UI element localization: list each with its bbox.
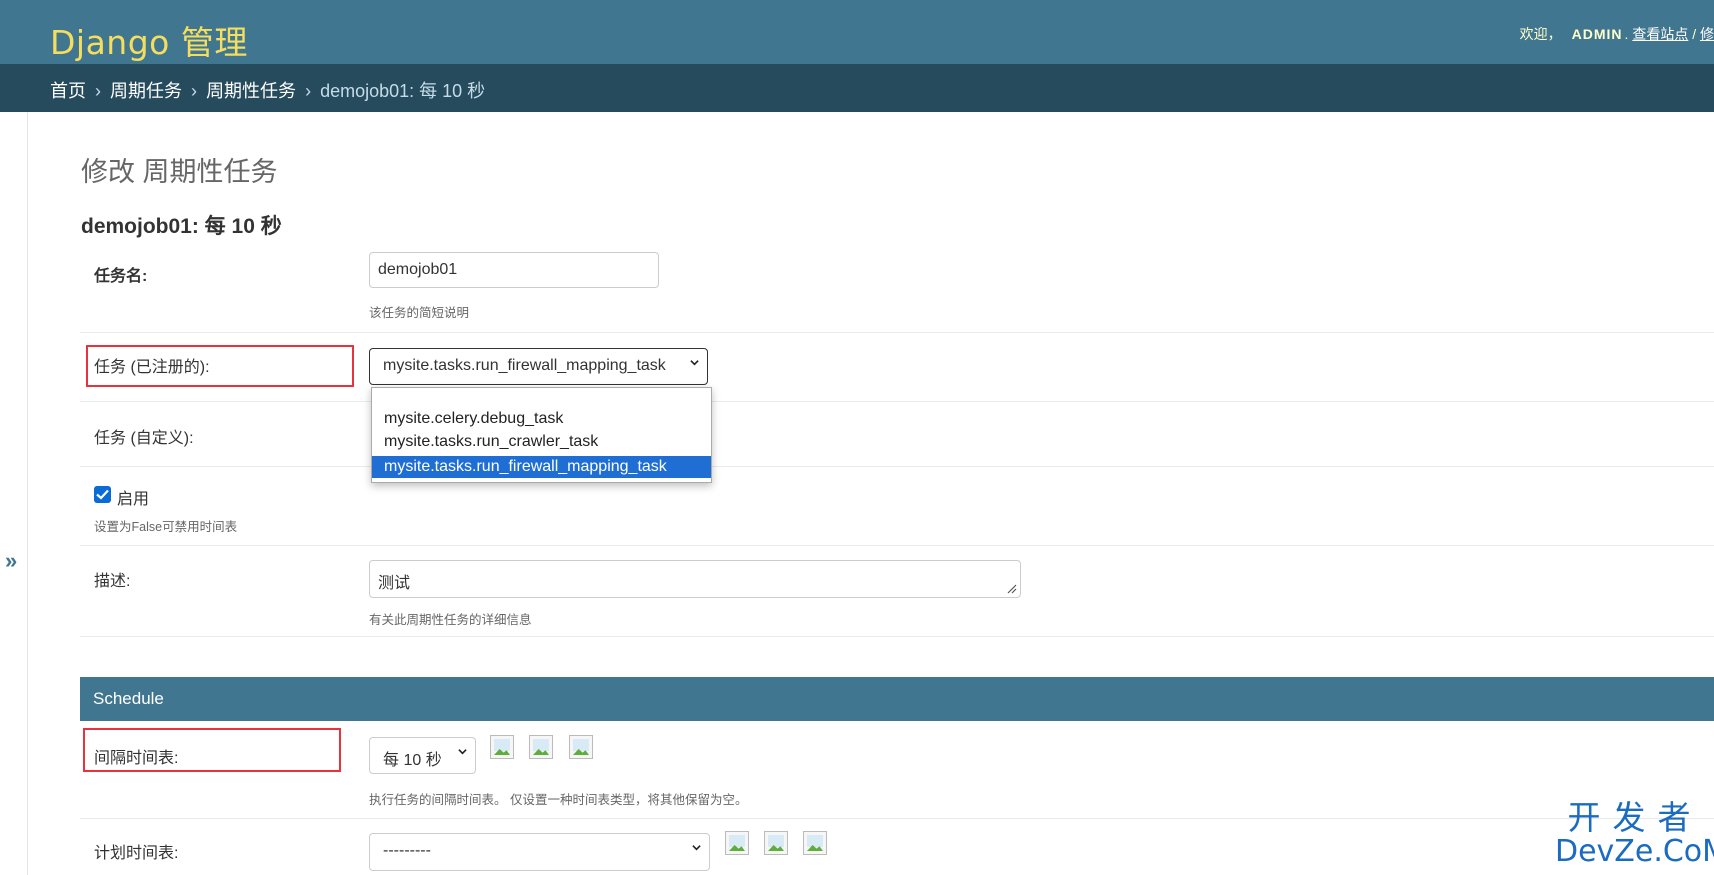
form-row-enabled: 启用 设置为False可禁用时间表 bbox=[80, 467, 1714, 546]
nav-sidebar-edge bbox=[0, 112, 28, 875]
breadcrumb-home[interactable]: 首页 bbox=[50, 81, 86, 101]
change-password-link[interactable]: 修 bbox=[1700, 26, 1714, 42]
enabled-label: 启用 bbox=[117, 491, 150, 508]
task-registered-dropdown-list: mysite.celery.debug_task mysite.tasks.ru… bbox=[371, 387, 712, 483]
watermark-logo: 开发者 DevZe.CoM bbox=[1555, 800, 1714, 868]
name-label: 任务名: bbox=[94, 268, 148, 285]
interval-select[interactable]: 每 10 秒 bbox=[369, 737, 476, 774]
welcome-text: 欢迎， bbox=[1519, 26, 1562, 42]
breadcrumb-separator: › bbox=[191, 81, 198, 101]
name-help: 该任务的简短说明 bbox=[369, 306, 470, 320]
crontab-label: 计划时间表: bbox=[94, 845, 179, 862]
dropdown-option[interactable]: mysite.tasks.run_crawler_task bbox=[384, 433, 598, 455]
dropdown-option-selected[interactable]: mysite.tasks.run_firewall_mapping_task bbox=[372, 456, 711, 478]
checkmark-icon bbox=[96, 489, 109, 500]
interval-help: 执行任务的间隔时间表。 仅设置一种时间表类型，将其他保留为空。 bbox=[369, 793, 748, 807]
breadcrumb-separator: › bbox=[95, 81, 102, 101]
watermark-en: DevZe.CoM bbox=[1555, 834, 1714, 869]
form-row-task-custom: 任务 (自定义): bbox=[80, 402, 1714, 467]
chevron-down-icon bbox=[692, 845, 701, 851]
interval-selected: 每 10 秒 bbox=[383, 752, 442, 769]
enabled-checkbox[interactable] bbox=[94, 486, 111, 503]
user-tools: 欢迎， ADMIN. 查看站点 / 修 bbox=[1520, 24, 1714, 44]
site-header: Django 管理 欢迎， ADMIN. 查看站点 / 修 bbox=[0, 0, 1714, 64]
watermark-cn: 开发者 bbox=[1567, 798, 1703, 837]
task-registered-selected: mysite.tasks.run_firewall_mapping_task bbox=[383, 357, 666, 374]
highlight-box-task bbox=[86, 345, 354, 387]
chevron-down-icon bbox=[458, 749, 467, 755]
form-row-description: 描述: 测试 有关此周期性任务的详细信息 bbox=[80, 546, 1714, 637]
breadcrumb-model[interactable]: 周期性任务 bbox=[206, 81, 296, 101]
task-custom-label: 任务 (自定义): bbox=[94, 430, 194, 447]
username: ADMIN bbox=[1571, 26, 1623, 42]
add-related-icon[interactable] bbox=[529, 735, 553, 759]
name-input[interactable]: demojob01 bbox=[369, 252, 659, 288]
description-label: 描述: bbox=[94, 573, 131, 590]
breadcrumb-app[interactable]: 周期任务 bbox=[110, 81, 182, 101]
breadcrumb: 首页 › 周期任务 › 周期性任务 › demojob01: 每 10 秒 bbox=[0, 64, 1714, 112]
change-related-icon[interactable] bbox=[725, 831, 749, 855]
change-related-icon[interactable] bbox=[490, 735, 514, 759]
view-related-icon[interactable] bbox=[803, 831, 827, 855]
site-brand[interactable]: Django 管理 bbox=[50, 16, 248, 64]
page-title: 修改 周期性任务 bbox=[81, 157, 278, 187]
breadcrumb-separator: › bbox=[305, 81, 312, 101]
chevron-down-icon bbox=[690, 360, 699, 366]
toggle-nav-sidebar-button[interactable]: » bbox=[5, 548, 17, 574]
description-textarea[interactable]: 测试 bbox=[369, 560, 1021, 598]
enabled-help: 设置为False可禁用时间表 bbox=[94, 520, 238, 534]
breadcrumb-current: demojob01: 每 10 秒 bbox=[320, 81, 486, 101]
crontab-selected: --------- bbox=[383, 842, 431, 859]
schedule-header-label: Schedule bbox=[93, 689, 164, 708]
object-title: demojob01: 每 10 秒 bbox=[81, 215, 282, 238]
description-value: 测试 bbox=[378, 575, 411, 592]
schedule-module-header: Schedule bbox=[80, 677, 1714, 721]
description-help: 有关此周期性任务的详细信息 bbox=[369, 613, 532, 627]
resize-handle-icon[interactable] bbox=[1007, 584, 1017, 594]
highlight-box-interval bbox=[83, 728, 341, 772]
add-related-icon[interactable] bbox=[764, 831, 788, 855]
username-period: . bbox=[1624, 26, 1629, 42]
form-row-crontab: 计划时间表: --------- bbox=[80, 819, 1714, 875]
user-tools-divider: / bbox=[1688, 26, 1700, 42]
view-related-icon[interactable] bbox=[569, 735, 593, 759]
form-row-name: 任务名: demojob01 该任务的简短说明 bbox=[80, 244, 1714, 333]
task-registered-select[interactable]: mysite.tasks.run_firewall_mapping_task bbox=[369, 348, 708, 385]
dropdown-option[interactable]: mysite.celery.debug_task bbox=[384, 410, 563, 432]
crontab-select[interactable]: --------- bbox=[369, 833, 710, 871]
view-site-link[interactable]: 查看站点 bbox=[1632, 26, 1688, 42]
